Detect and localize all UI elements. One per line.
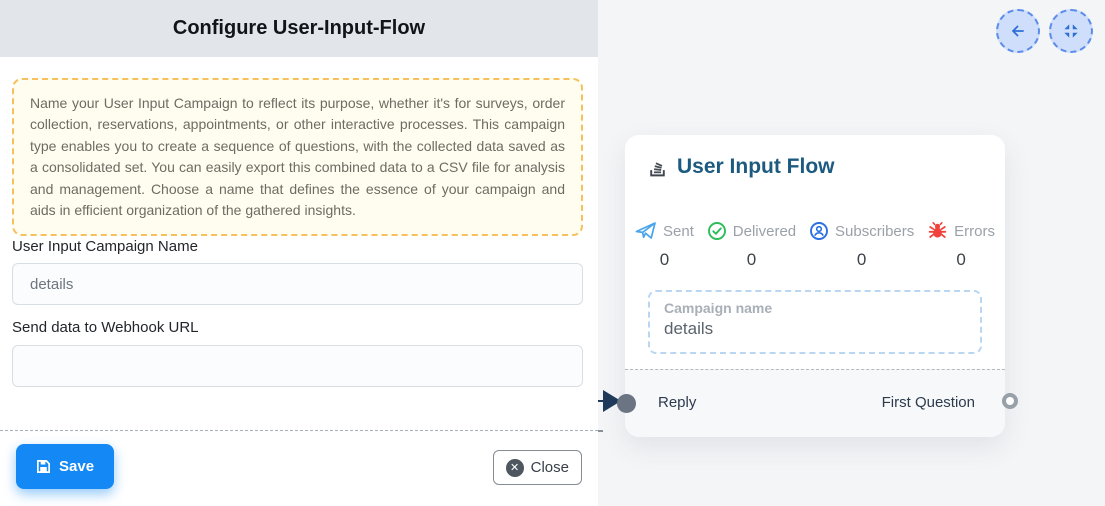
stat-delivered: Delivered 0 bbox=[707, 221, 796, 270]
campaign-name-label: User Input Campaign Name bbox=[12, 238, 198, 255]
user-input-flow-node[interactable]: User Input Flow Sent 0 bbox=[625, 135, 1005, 437]
stat-sent: Sent 0 bbox=[635, 221, 694, 270]
back-button[interactable] bbox=[996, 9, 1040, 53]
save-button-label: Save bbox=[59, 458, 94, 475]
stat-errors: Errors 0 bbox=[927, 221, 995, 270]
check-circle-icon bbox=[707, 221, 727, 241]
bug-icon bbox=[927, 221, 948, 241]
sent-count: 0 bbox=[660, 250, 669, 270]
compress-view-icon bbox=[1063, 23, 1079, 39]
webhook-url-label: Send data to Webhook URL bbox=[12, 319, 199, 336]
first-question-label: First Question bbox=[882, 394, 975, 411]
close-button[interactable]: ✕ Close bbox=[493, 450, 582, 485]
fit-view-button[interactable] bbox=[1049, 9, 1093, 53]
campaign-name-display[interactable]: Campaign name details bbox=[648, 290, 982, 354]
delivered-count: 0 bbox=[747, 250, 756, 270]
user-circle-icon bbox=[809, 221, 829, 241]
campaign-info-note: Name your User Input Campaign to reflect… bbox=[12, 78, 583, 236]
stats-row: Sent 0 Delivered 0 bbox=[635, 221, 995, 270]
stat-subscribers: Subscribers 0 bbox=[809, 221, 914, 270]
save-icon bbox=[36, 459, 51, 474]
flow-canvas[interactable]: User Input Flow Sent 0 bbox=[598, 0, 1105, 506]
paper-plane-icon bbox=[635, 221, 657, 241]
footer-divider bbox=[0, 430, 598, 431]
stack-icon bbox=[647, 157, 668, 178]
arrow-left-icon bbox=[1009, 22, 1027, 40]
save-button[interactable]: Save bbox=[16, 444, 114, 489]
close-icon: ✕ bbox=[506, 459, 524, 477]
reply-label: Reply bbox=[658, 394, 696, 411]
campaign-name-display-value: details bbox=[664, 319, 966, 339]
first-question-source-handle[interactable] bbox=[1002, 393, 1018, 409]
node-title: User Input Flow bbox=[677, 155, 835, 179]
config-panel: Configure User-Input-Flow Name your User… bbox=[0, 0, 598, 506]
campaign-name-input[interactable] bbox=[12, 263, 583, 305]
errors-count: 0 bbox=[956, 250, 965, 270]
page-title: Configure User-Input-Flow bbox=[0, 0, 598, 57]
subscribers-count: 0 bbox=[857, 250, 866, 270]
close-button-label: Close bbox=[531, 459, 569, 476]
panel-header: Configure User-Input-Flow bbox=[0, 0, 598, 57]
webhook-url-input[interactable] bbox=[12, 345, 583, 387]
node-footer: Reply First Question bbox=[625, 369, 1005, 437]
reply-target-handle[interactable] bbox=[617, 394, 636, 413]
campaign-name-display-label: Campaign name bbox=[664, 300, 966, 316]
